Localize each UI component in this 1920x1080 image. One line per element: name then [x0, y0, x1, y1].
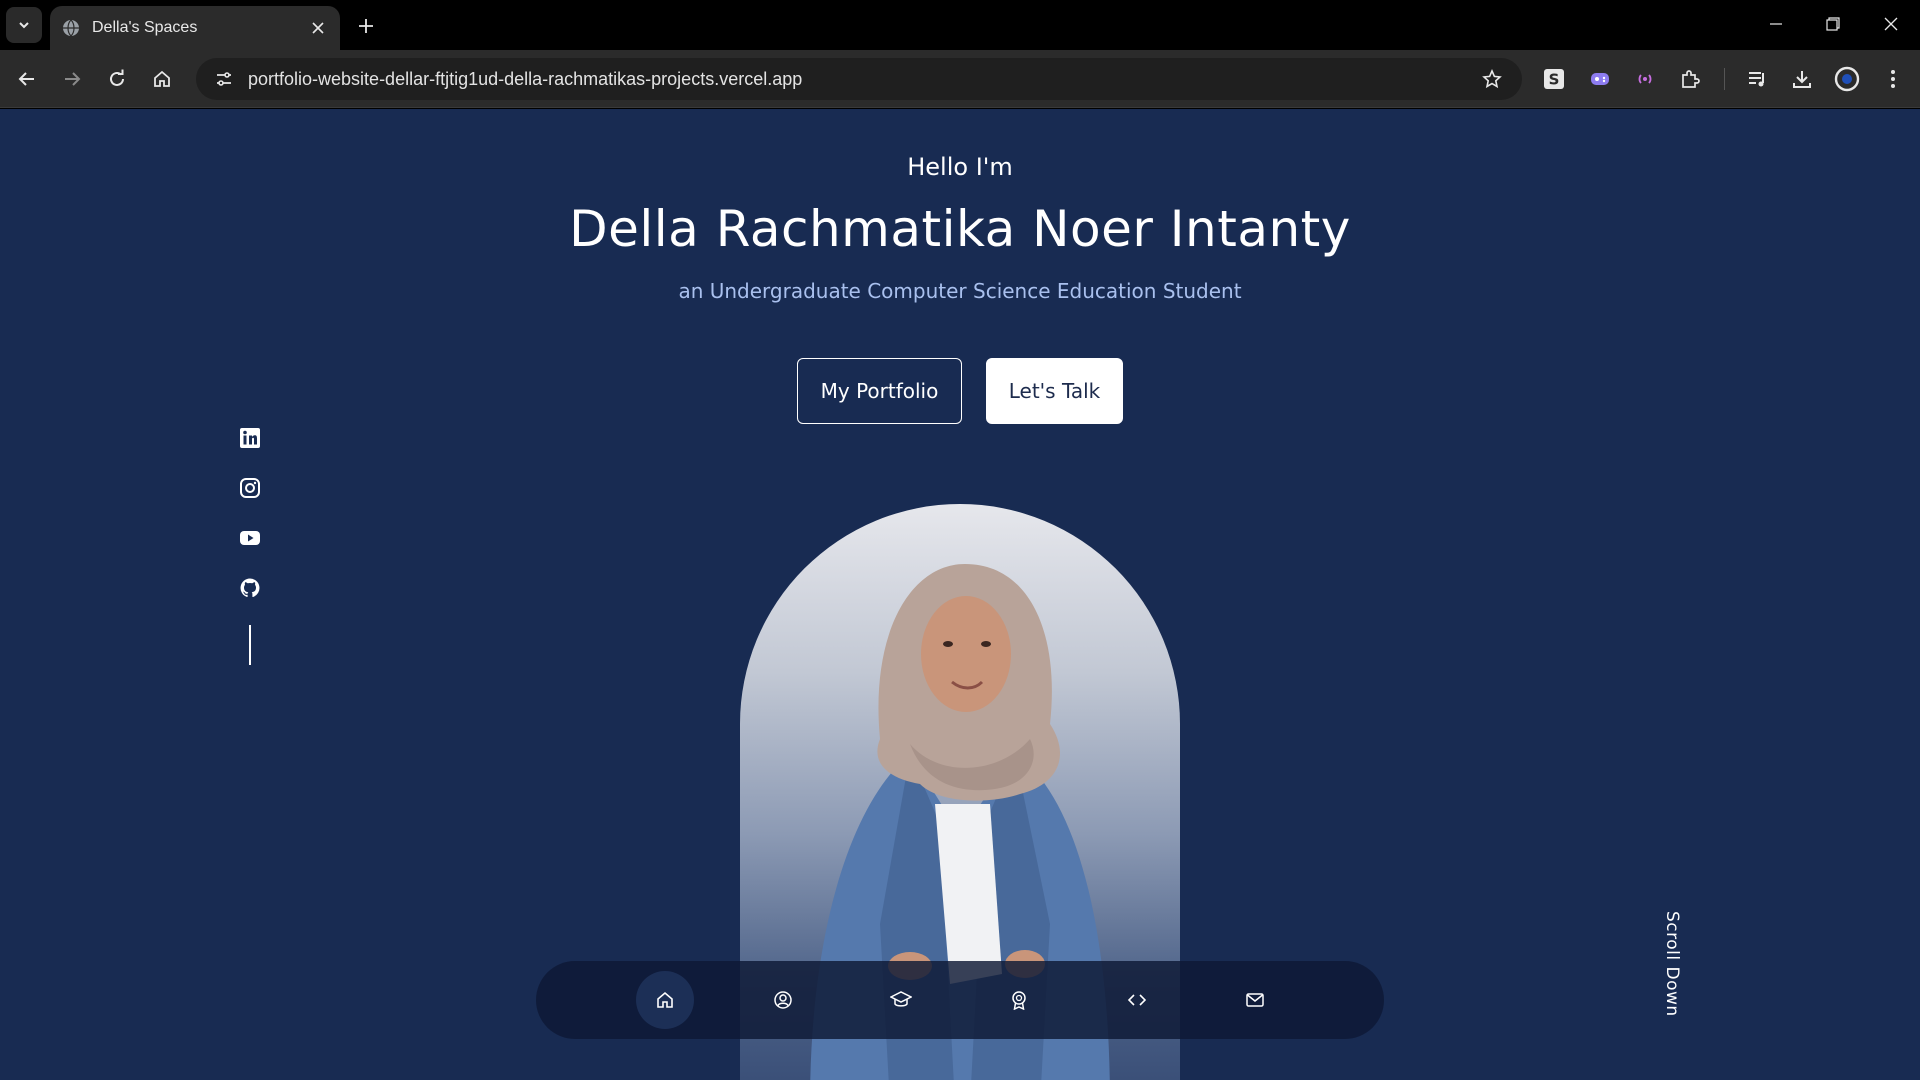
- nav-achievements[interactable]: [990, 971, 1048, 1029]
- github-icon[interactable]: [237, 575, 263, 601]
- browser-toolbar: portfolio-website-dellar-ftjtig1ud-della…: [0, 50, 1920, 108]
- close-icon: [1884, 17, 1898, 31]
- nav-contact[interactable]: [1226, 971, 1284, 1029]
- social-links: [237, 425, 263, 665]
- download-icon[interactable]: [1786, 63, 1818, 95]
- arrow-right-icon: [65, 72, 81, 86]
- hero-name: Della Rachmatika Noer Intanty: [569, 200, 1351, 258]
- tab-search-button[interactable]: [6, 7, 42, 43]
- bookmark-star-icon[interactable]: [1472, 63, 1512, 95]
- svg-text:S: S: [1549, 71, 1560, 89]
- home-icon: [657, 991, 673, 1008]
- forward-button[interactable]: [55, 62, 89, 96]
- nav-projects[interactable]: [1108, 971, 1166, 1029]
- broadcast-extension-icon[interactable]: [1629, 63, 1661, 95]
- restore-icon: [1826, 17, 1840, 31]
- minimize-button[interactable]: [1756, 8, 1796, 40]
- gamepad-extension-icon[interactable]: [1584, 63, 1616, 95]
- linkedin-icon[interactable]: [237, 425, 263, 451]
- restore-button[interactable]: [1813, 8, 1853, 40]
- social-divider-line: [249, 625, 251, 665]
- reload-button[interactable]: [100, 62, 134, 96]
- globe-icon: [63, 19, 79, 37]
- tab-strip: Della's Spaces: [0, 0, 1920, 50]
- youtube-icon[interactable]: [237, 525, 263, 551]
- s-extension-icon[interactable]: S: [1538, 63, 1570, 95]
- portfolio-page: Hello I'm Della Rachmatika Noer Intanty …: [0, 109, 1920, 1080]
- my-portfolio-button[interactable]: My Portfolio: [797, 358, 962, 424]
- back-button[interactable]: [10, 62, 44, 96]
- lets-talk-button[interactable]: Let's Talk: [986, 358, 1123, 424]
- minimize-icon: [1770, 23, 1782, 25]
- close-tab-icon[interactable]: [308, 18, 328, 38]
- arrow-left-icon: [18, 72, 34, 86]
- user-icon: [774, 991, 792, 1009]
- site-info-icon[interactable]: [204, 63, 244, 95]
- hero-role: an Undergraduate Computer Science Educat…: [678, 279, 1242, 303]
- instagram-icon[interactable]: [237, 475, 263, 501]
- home-icon: [154, 70, 170, 87]
- chevron-down-icon: [19, 22, 29, 29]
- close-window-button[interactable]: [1871, 8, 1911, 40]
- plus-icon: [359, 19, 373, 33]
- nav-about[interactable]: [754, 971, 812, 1029]
- browser-tab[interactable]: Della's Spaces: [50, 6, 340, 50]
- home-button[interactable]: [145, 62, 179, 96]
- new-tab-button[interactable]: [352, 12, 380, 40]
- address-bar[interactable]: portfolio-website-dellar-ftjtig1ud-della…: [196, 58, 1522, 100]
- nav-education[interactable]: [872, 971, 930, 1029]
- url-text[interactable]: portfolio-website-dellar-ftjtig1ud-della…: [248, 69, 1472, 90]
- puzzle-extensions-icon[interactable]: [1674, 63, 1706, 95]
- profile-icon[interactable]: [1831, 63, 1863, 95]
- code-icon: [1127, 994, 1147, 1006]
- media-queue-icon[interactable]: [1741, 63, 1773, 95]
- education-icon: [890, 991, 912, 1007]
- hero-greeting: Hello I'm: [907, 153, 1013, 181]
- tab-title: Della's Spaces: [92, 19, 198, 36]
- reload-icon: [110, 69, 124, 86]
- menu-icon[interactable]: [1877, 63, 1909, 95]
- mail-icon: [1246, 993, 1264, 1007]
- scroll-down-hint[interactable]: Scroll Down: [1662, 911, 1682, 1017]
- nav-home[interactable]: [636, 971, 694, 1029]
- bottom-navigation: [536, 961, 1384, 1039]
- toolbar-separator: [1724, 68, 1725, 90]
- award-icon: [1012, 991, 1026, 1010]
